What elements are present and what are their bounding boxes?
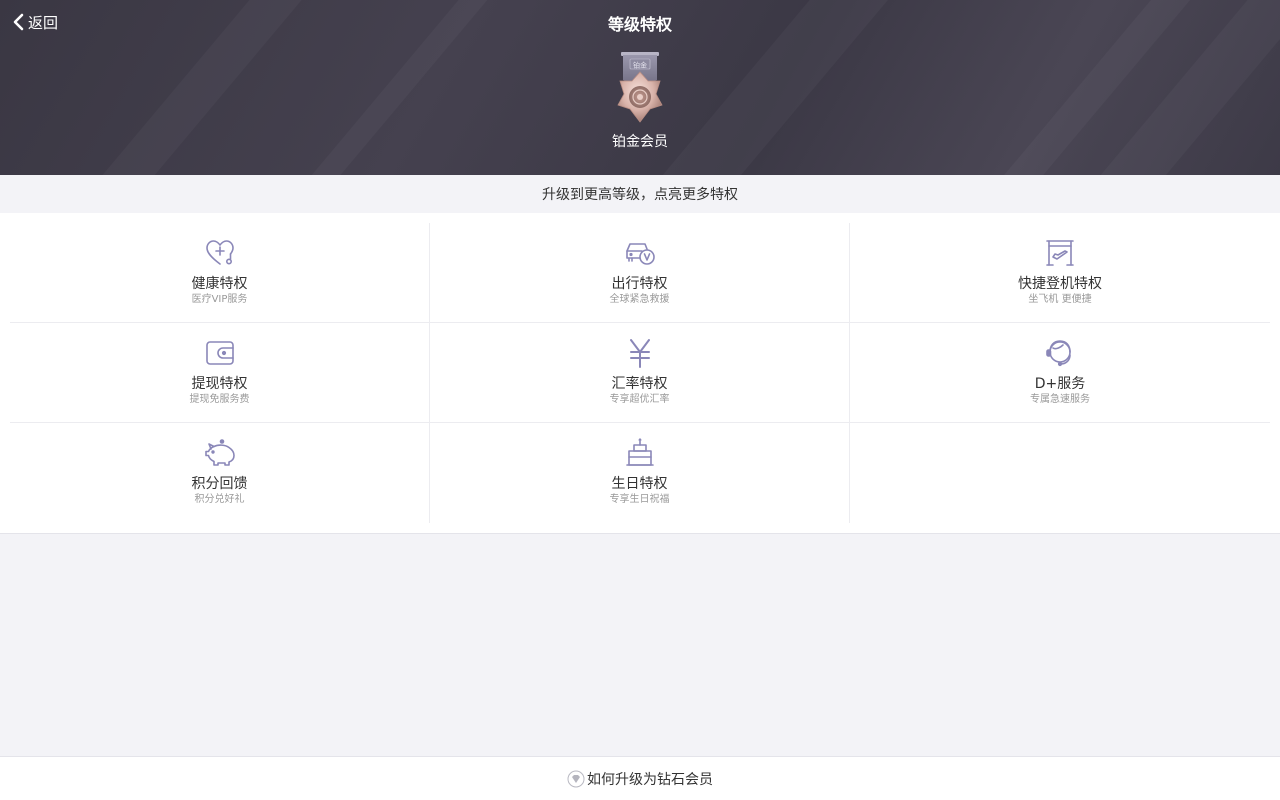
wallet-icon [203, 337, 237, 369]
privilege-title: 生日特权 [611, 476, 668, 492]
privilege-fast-boarding[interactable]: 快捷登机特权 坐飞机 更便捷 [850, 223, 1270, 323]
privilege-subtitle: 专属急速服务 [1030, 394, 1090, 405]
member-level-name: 铂金会员 [612, 134, 668, 150]
privilege-exchange-rate[interactable]: 汇率特权 专享超优汇率 [430, 323, 850, 423]
privilege-birthday[interactable]: 生日特权 专享生日祝福 [430, 423, 850, 523]
headset-agent-icon [1043, 337, 1077, 369]
privilege-subtitle: 专享生日祝福 [609, 494, 670, 505]
privilege-subtitle: 专享超优汇率 [609, 394, 670, 405]
footer-bar: 如何升级为钻石会员 [0, 756, 1280, 800]
privilege-title: D+服务 [1034, 376, 1086, 392]
stethoscope-heart-icon [203, 237, 237, 269]
privilege-title: 健康特权 [191, 276, 248, 292]
privilege-title: 积分回馈 [191, 476, 248, 492]
yen-icon [623, 337, 657, 369]
medal-label: 铂金 [633, 61, 647, 70]
privilege-subtitle: 医疗VIP服务 [191, 294, 248, 305]
upgrade-hint: 升级到更高等级，点亮更多特权 [0, 175, 1280, 213]
platinum-medal-icon: 铂金 [617, 52, 663, 123]
page-title: 等级特权 [607, 15, 672, 34]
header-banner: 返回 等级特权 铂金 铂金会员 [0, 0, 1280, 175]
piggy-bank-icon [203, 437, 237, 469]
privilege-health[interactable]: 健康特权 医疗VIP服务 [10, 223, 430, 323]
birthday-cake-icon [623, 437, 657, 469]
privilege-title: 出行特权 [611, 276, 668, 292]
empty-cell [850, 423, 1270, 523]
boarding-gate-icon [1043, 237, 1077, 269]
upgrade-to-diamond-link[interactable]: 如何升级为钻石会员 [567, 769, 713, 789]
privilege-title: 快捷登机特权 [1018, 276, 1102, 292]
diamond-icon [567, 770, 585, 787]
privilege-withdraw[interactable]: 提现特权 提现免服务费 [10, 323, 430, 423]
privilege-title: 汇率特权 [611, 376, 668, 392]
privilege-subtitle: 积分兑好礼 [194, 494, 245, 505]
privilege-panel: 健康特权 医疗VIP服务 出行特权 全球紧急救援 快捷登机特权 坐飞机 更便捷 … [0, 213, 1280, 534]
privilege-points[interactable]: 积分回馈 积分兑好礼 [10, 423, 430, 523]
privilege-travel[interactable]: 出行特权 全球紧急救援 [430, 223, 850, 323]
upgrade-link-label: 如何升级为钻石会员 [587, 771, 713, 788]
privilege-subtitle: 坐飞机 更便捷 [1028, 294, 1092, 305]
privilege-title: 提现特权 [191, 376, 248, 392]
privilege-subtitle: 提现免服务费 [189, 394, 250, 405]
car-vip-icon [623, 237, 657, 269]
privilege-d-plus-service[interactable]: D+服务 专属急速服务 [850, 323, 1270, 423]
privilege-grid: 健康特权 医疗VIP服务 出行特权 全球紧急救援 快捷登机特权 坐飞机 更便捷 … [10, 223, 1270, 523]
privilege-subtitle: 全球紧急救援 [609, 294, 670, 305]
